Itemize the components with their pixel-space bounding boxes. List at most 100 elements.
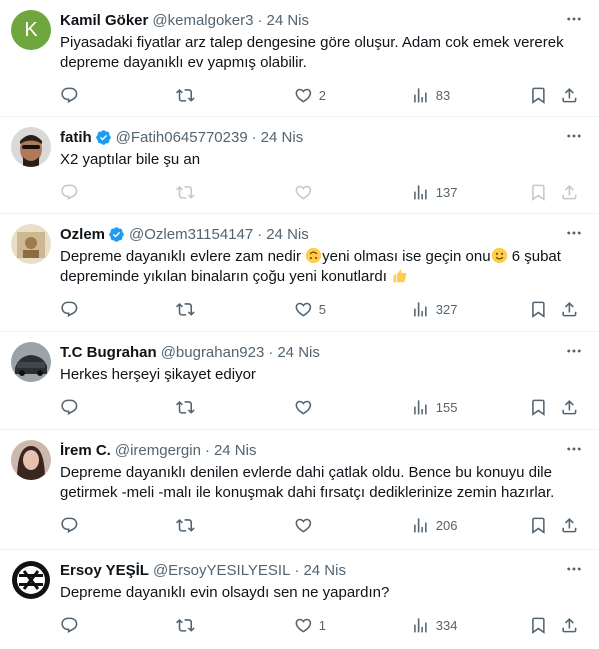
bookmark-button[interactable] — [529, 398, 548, 417]
reply-icon — [60, 300, 79, 319]
views-icon — [411, 398, 430, 417]
share-icon — [560, 616, 579, 635]
avatar-photo — [11, 440, 51, 480]
like-icon — [294, 516, 313, 535]
reply-button[interactable] — [60, 183, 79, 202]
reply-button[interactable] — [60, 616, 79, 635]
tweet[interactable]: Ozlem @Ozlem31154147 · 24 Nis Depreme da… — [0, 214, 599, 332]
author-name[interactable]: T.C Bugrahan — [60, 344, 157, 361]
author-handle[interactable]: @ErsoyYESILYESIL — [153, 562, 291, 579]
tweet[interactable]: K Kamil Göker @kemalgoker3 · 24 Nis Piya… — [0, 0, 599, 117]
separator: · — [268, 343, 274, 361]
avatar[interactable]: K — [11, 10, 51, 50]
tweet[interactable]: Ersoy YEŞİL @ErsoyYESILYESIL · 24 Nis De… — [0, 550, 599, 649]
share-icon — [560, 183, 579, 202]
bookmark-button[interactable] — [529, 300, 548, 319]
tweet-text: Herkes herşeyi şikayet ediyor — [60, 366, 256, 383]
like-icon — [294, 616, 313, 635]
bookmark-button[interactable] — [529, 86, 548, 105]
tweet-date[interactable]: 24 Nis — [266, 12, 309, 29]
avatar[interactable] — [11, 127, 51, 167]
views-button[interactable]: 206 — [411, 516, 457, 535]
author-handle[interactable]: @kemalgoker3 — [152, 12, 253, 29]
views-button[interactable]: 334 — [411, 616, 457, 635]
like-button[interactable]: 1 — [294, 616, 326, 635]
more-icon[interactable] — [565, 127, 583, 145]
avatar[interactable] — [11, 560, 51, 600]
tweet-date[interactable]: 24 Nis — [303, 562, 346, 579]
retweet-button[interactable] — [176, 300, 195, 319]
more-icon[interactable] — [565, 10, 583, 28]
tweet-date[interactable]: 24 Nis — [266, 226, 309, 243]
views-button[interactable]: 327 — [411, 300, 457, 319]
reply-button[interactable] — [60, 516, 79, 535]
share-icon — [560, 516, 579, 535]
share-button[interactable] — [560, 616, 579, 635]
views-icon — [411, 183, 430, 202]
share-button[interactable] — [560, 183, 579, 202]
author-handle[interactable]: @Fatih0645770239 — [116, 129, 248, 146]
avatar[interactable] — [11, 440, 51, 480]
bookmark-icon — [529, 86, 548, 105]
bookmark-button[interactable] — [529, 183, 548, 202]
reply-button[interactable] — [60, 86, 79, 105]
author-name[interactable]: fatih — [60, 129, 92, 146]
view-count: 83 — [435, 87, 451, 103]
author-handle[interactable]: @iremgergin — [115, 442, 201, 459]
author-name[interactable]: İrem C. — [60, 442, 111, 459]
author-name[interactable]: Ersoy YEŞİL — [60, 562, 149, 579]
bookmark-icon — [529, 183, 548, 202]
avatar-photo — [11, 127, 51, 167]
share-button[interactable] — [560, 300, 579, 319]
separator: · — [257, 11, 263, 29]
like-icon — [294, 183, 313, 202]
like-button[interactable]: 2 — [294, 86, 326, 105]
more-icon[interactable] — [565, 342, 583, 360]
author-name[interactable]: Ozlem — [60, 226, 105, 243]
tweet-text: Depreme dayanıklı evlere zam nedir yeni … — [60, 247, 583, 287]
tweet[interactable]: fatih @Fatih0645770239 · 24 Nis X2 yaptı… — [0, 117, 599, 214]
avatar[interactable] — [11, 342, 51, 382]
tweet[interactable]: T.C Bugrahan @bugrahan923 · 24 Nis Herke… — [0, 332, 599, 430]
retweet-button[interactable] — [176, 398, 195, 417]
share-button[interactable] — [560, 516, 579, 535]
more-icon[interactable] — [565, 440, 583, 458]
bookmark-button[interactable] — [529, 516, 548, 535]
tweet-date[interactable]: 24 Nis — [277, 344, 320, 361]
separator: · — [251, 128, 257, 146]
like-button[interactable] — [294, 516, 319, 535]
share-icon — [560, 300, 579, 319]
like-button[interactable]: 5 — [294, 300, 326, 319]
views-icon — [411, 616, 430, 635]
share-button[interactable] — [560, 86, 579, 105]
retweet-button[interactable] — [176, 516, 195, 535]
retweet-button[interactable] — [176, 183, 195, 202]
views-button[interactable]: 83 — [411, 86, 450, 105]
view-count: 327 — [435, 301, 458, 317]
views-button[interactable]: 155 — [411, 398, 457, 417]
author-handle[interactable]: @bugrahan923 — [161, 344, 265, 361]
tweet-date[interactable]: 24 Nis — [261, 129, 304, 146]
share-button[interactable] — [560, 398, 579, 417]
reply-icon — [60, 516, 79, 535]
retweet-button[interactable] — [176, 86, 195, 105]
tweet-date[interactable]: 24 Nis — [214, 442, 257, 459]
reply-icon — [60, 86, 79, 105]
bookmark-button[interactable] — [529, 616, 548, 635]
reply-button[interactable] — [60, 300, 79, 319]
like-button[interactable] — [294, 398, 319, 417]
like-button[interactable] — [294, 183, 319, 202]
tweet[interactable]: İrem C. @iremgergin · 24 Nis Depreme day… — [0, 430, 599, 550]
retweet-button[interactable] — [176, 616, 195, 635]
more-icon[interactable] — [565, 560, 583, 578]
more-icon[interactable] — [565, 224, 583, 242]
avatar[interactable] — [11, 224, 51, 264]
reply-button[interactable] — [60, 398, 79, 417]
tweet-text-part: yeni olması ise geçin onu — [322, 248, 491, 265]
avatar-letter: K — [24, 18, 38, 41]
tweet-text-part: Depreme dayanıklı evlere zam nedir — [60, 248, 306, 265]
views-button[interactable]: 137 — [411, 183, 457, 202]
author-handle[interactable]: @Ozlem31154147 — [129, 226, 253, 243]
bookmark-icon — [529, 398, 548, 417]
author-name[interactable]: Kamil Göker — [60, 12, 148, 29]
